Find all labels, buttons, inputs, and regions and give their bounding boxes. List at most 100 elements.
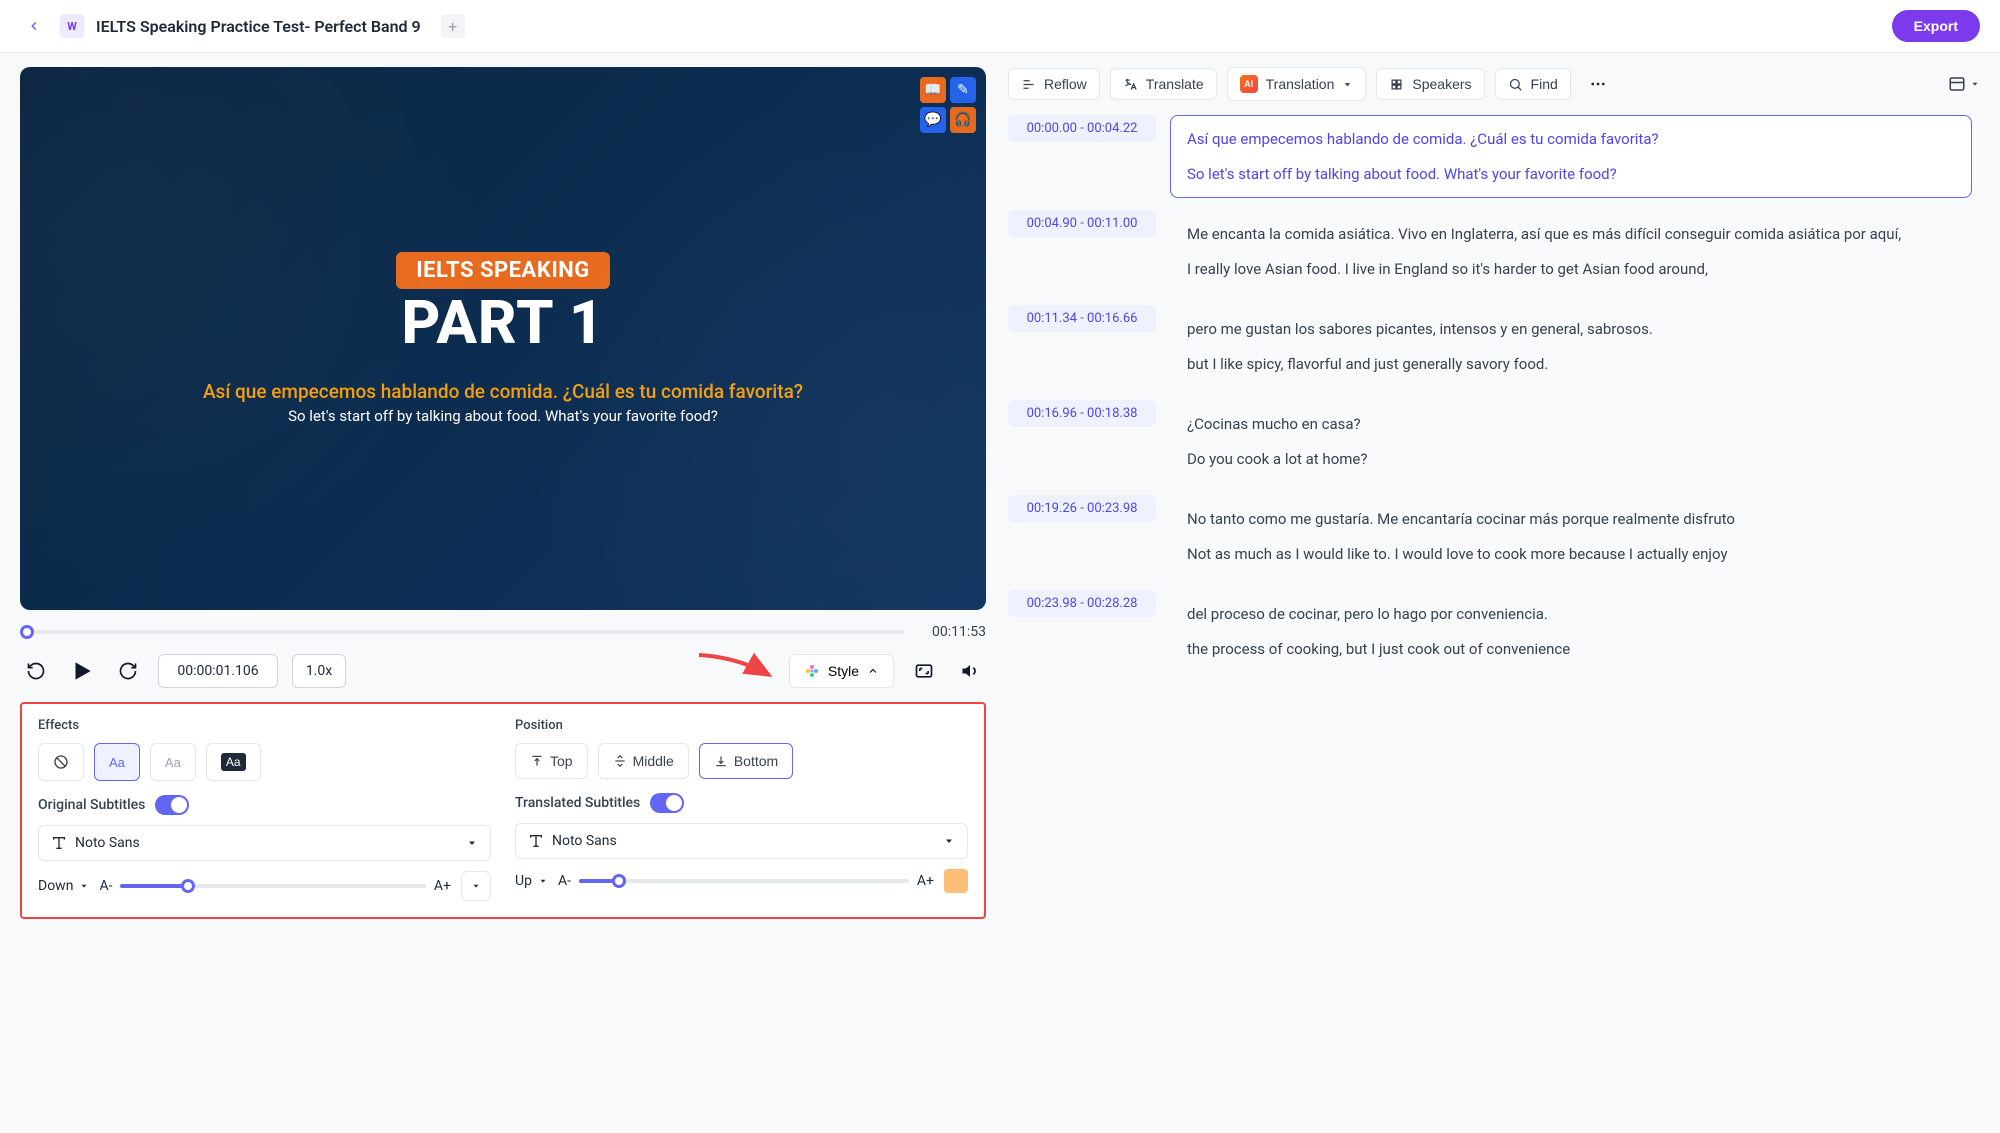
- original-direction-select[interactable]: Down: [38, 878, 89, 894]
- effect-shadow[interactable]: Aa: [150, 743, 196, 781]
- ai-badge-icon: AI: [1240, 75, 1258, 93]
- rewind-icon: [26, 661, 46, 681]
- transcript-body[interactable]: pero me gustan los sabores picantes, int…: [1170, 305, 1972, 388]
- video-main-title: PART 1: [401, 293, 604, 353]
- add-tab-button[interactable]: +: [441, 14, 465, 38]
- transcript-list[interactable]: 00:00.00 - 00:04.22 Así que empecemos hab…: [1008, 115, 1980, 1119]
- forward-button[interactable]: [112, 655, 144, 687]
- style-button-label: Style: [828, 663, 859, 679]
- color-swatch[interactable]: [944, 869, 968, 893]
- transcript-line: So let's start off by talking about food…: [1187, 163, 1955, 186]
- translated-size-slider[interactable]: [579, 879, 909, 883]
- transcript-line: Así que empecemos hablando de comida. ¿C…: [1187, 128, 1955, 151]
- timestamp-chip[interactable]: 00:19.26 - 00:23.98: [1008, 495, 1156, 522]
- original-font-select[interactable]: Noto Sans: [38, 825, 491, 861]
- progress-bar[interactable]: [20, 630, 904, 634]
- original-size-slider[interactable]: [120, 884, 425, 888]
- a-plus-label: A+: [917, 873, 934, 889]
- layout-icon: [1948, 75, 1966, 93]
- subtitle-translated: Así que empecemos hablando de comida. ¿C…: [173, 379, 833, 405]
- transcript-row[interactable]: 00:19.26 - 00:23.98 No tanto como me gust…: [1008, 495, 1972, 578]
- original-extra-select[interactable]: [461, 871, 491, 901]
- translate-button[interactable]: Translate: [1110, 68, 1217, 100]
- translation-dropdown[interactable]: AI Translation: [1227, 67, 1367, 101]
- effect-box[interactable]: Aa: [206, 743, 261, 781]
- find-button[interactable]: Find: [1495, 68, 1571, 100]
- transcript-line: pero me gustan los sabores picantes, int…: [1187, 318, 1955, 341]
- transcript-line: ¿Cocinas mucho en casa?: [1187, 413, 1955, 436]
- back-button[interactable]: [20, 12, 48, 40]
- play-button[interactable]: [66, 655, 98, 687]
- fullscreen-icon: [914, 661, 934, 681]
- original-subtitles-toggle[interactable]: [155, 795, 189, 815]
- transcript-row[interactable]: 00:11.34 - 00:16.66 pero me gustan los sa…: [1008, 305, 1972, 388]
- subtitle-original: So let's start off by talking about food…: [258, 407, 748, 425]
- transcript-row[interactable]: 00:04.90 - 00:11.00 Me encanta la comida …: [1008, 210, 1972, 293]
- export-button[interactable]: Export: [1892, 10, 1980, 42]
- transcript-body[interactable]: Me encanta la comida asiática. Vivo en I…: [1170, 210, 1972, 293]
- effect-none[interactable]: [38, 743, 84, 781]
- transcript-line: I really love Asian food. I live in Engl…: [1187, 258, 1955, 281]
- position-bottom[interactable]: Bottom: [699, 743, 793, 779]
- video-pill: IELTS SPEAKING: [396, 252, 610, 289]
- transcript-body[interactable]: del proceso de cocinar, pero lo hago por…: [1170, 590, 1972, 673]
- transcript-line: del proceso de cocinar, pero lo hago por…: [1187, 603, 1955, 626]
- effect-outline[interactable]: Aa: [94, 743, 140, 781]
- transcript-body[interactable]: No tanto como me gustaría. Me encantaría…: [1170, 495, 1972, 578]
- chevron-down-icon: [943, 835, 955, 847]
- more-button[interactable]: [1581, 67, 1615, 101]
- style-settings-panel: Effects Aa Aa Aa Original Subtitles: [20, 702, 986, 919]
- chevron-down-icon: [471, 881, 481, 891]
- transcript-row[interactable]: 00:16.96 - 00:18.38 ¿Cocinas mucho en cas…: [1008, 400, 1972, 483]
- original-subtitles-label: Original Subtitles: [38, 797, 145, 813]
- translated-font-select[interactable]: Noto Sans: [515, 823, 968, 859]
- total-duration: 00:11:53: [916, 624, 986, 640]
- align-bottom-icon: [714, 754, 728, 768]
- direction-up-label: Up: [515, 873, 532, 889]
- font-icon: [528, 833, 544, 849]
- current-time-input[interactable]: 00:00:01.106: [158, 654, 278, 688]
- translated-subtitles-label: Translated Subtitles: [515, 795, 640, 811]
- slider-thumb[interactable]: [612, 874, 626, 888]
- progress-thumb[interactable]: [20, 625, 34, 639]
- position-top[interactable]: Top: [515, 743, 588, 779]
- timestamp-chip[interactable]: 00:23.98 - 00:28.28: [1008, 590, 1156, 617]
- speak-icon: 💬: [920, 107, 946, 133]
- timestamp-chip[interactable]: 00:04.90 - 00:11.00: [1008, 210, 1156, 237]
- transcript-line: No tanto como me gustaría. Me encantaría…: [1187, 508, 1955, 531]
- timestamp-chip[interactable]: 00:00.00 - 00:04.22: [1008, 115, 1156, 142]
- effects-title: Effects: [38, 718, 491, 733]
- style-button[interactable]: Style: [789, 654, 894, 688]
- transcript-body[interactable]: Así que empecemos hablando de comida. ¿C…: [1170, 115, 1972, 198]
- speakers-button[interactable]: Speakers: [1376, 68, 1484, 100]
- playback-speed[interactable]: 1.0x: [292, 654, 346, 688]
- transcript-body[interactable]: ¿Cocinas mucho en casa? Do you cook a lot…: [1170, 400, 1972, 483]
- transcript-row[interactable]: 00:23.98 - 00:28.28 del proceso de cocina…: [1008, 590, 1972, 673]
- search-icon: [1508, 77, 1523, 92]
- fullscreen-button[interactable]: [908, 655, 940, 687]
- transcript-row[interactable]: 00:00.00 - 00:04.22 Así que empecemos hab…: [1008, 115, 1972, 198]
- transcript-line: Not as much as I would like to. I would …: [1187, 543, 1955, 566]
- view-toggle[interactable]: [1948, 75, 1980, 93]
- slider-thumb[interactable]: [181, 879, 195, 893]
- timestamp-chip[interactable]: 00:16.96 - 00:18.38: [1008, 400, 1156, 427]
- transcript-line: Do you cook a lot at home?: [1187, 448, 1955, 471]
- chevron-down-icon: [79, 881, 89, 891]
- book-icon: 📖: [920, 77, 946, 103]
- direction-down-label: Down: [38, 878, 73, 894]
- top-bar: W IELTS Speaking Practice Test- Perfect …: [0, 0, 2000, 53]
- annotation-arrow: [705, 655, 775, 687]
- font-icon: [51, 835, 67, 851]
- translated-direction-select[interactable]: Up: [515, 873, 548, 889]
- translated-subtitles-toggle[interactable]: [650, 793, 684, 813]
- document-title: IELTS Speaking Practice Test- Perfect Ba…: [96, 17, 421, 36]
- chevron-down-icon: [1970, 79, 1980, 89]
- volume-button[interactable]: [954, 655, 986, 687]
- reflow-button[interactable]: Reflow: [1008, 68, 1100, 100]
- rewind-button[interactable]: [20, 655, 52, 687]
- video-preview[interactable]: 📖 ✎ 💬 🎧 IELTS SPEAKING PART 1 Así que em…: [20, 67, 986, 610]
- chevron-down-icon: [1342, 79, 1353, 90]
- transcript-toolbar: Reflow Translate AI Translation Speakers: [1008, 67, 1980, 101]
- timestamp-chip[interactable]: 00:11.34 - 00:16.66: [1008, 305, 1156, 332]
- position-middle[interactable]: Middle: [598, 743, 689, 779]
